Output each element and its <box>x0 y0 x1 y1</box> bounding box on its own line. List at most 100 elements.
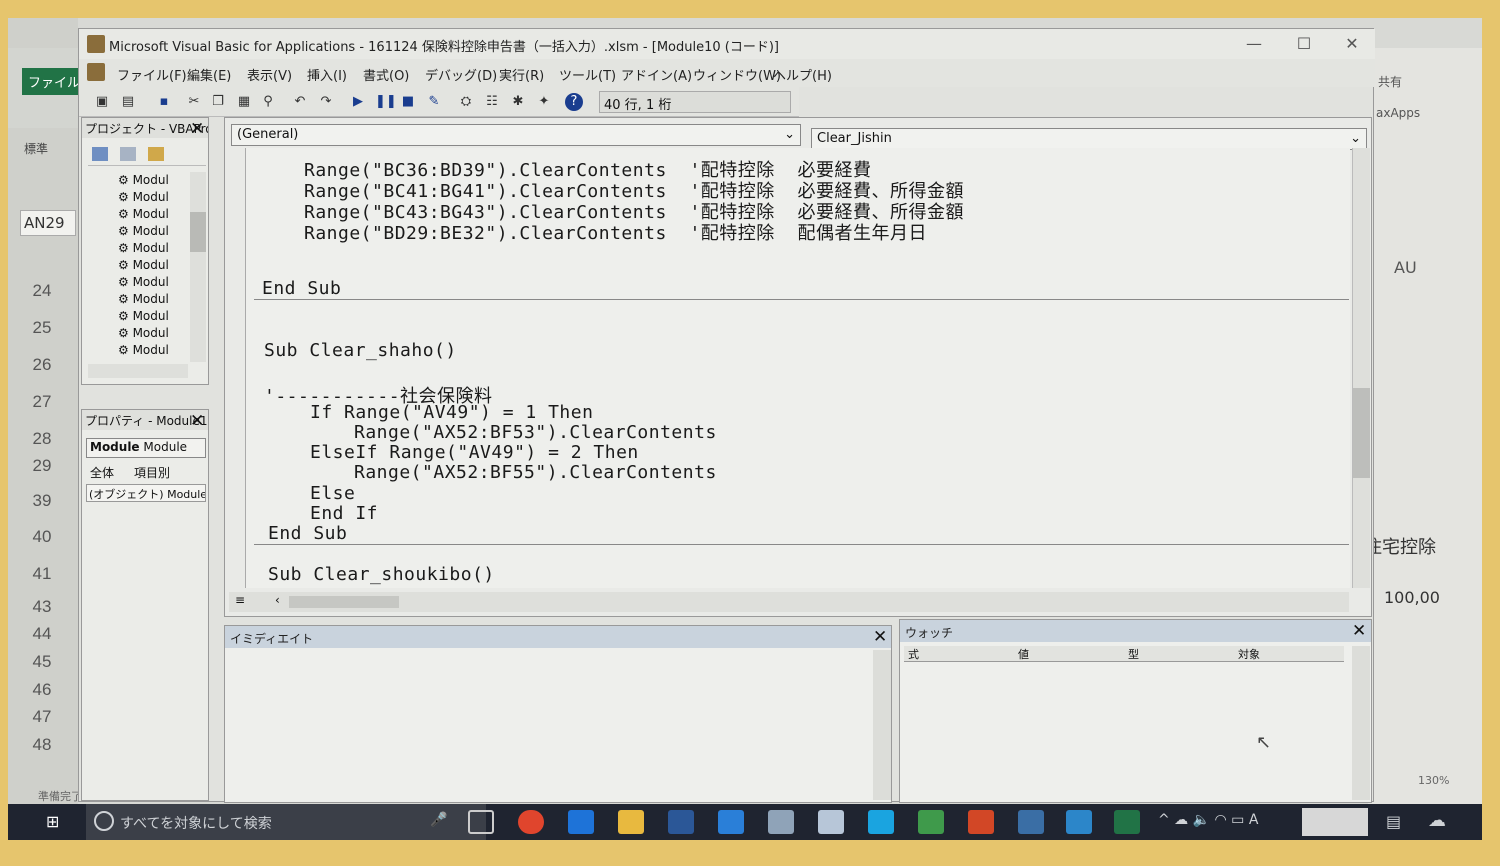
task-view-icon[interactable] <box>468 810 494 834</box>
onedrive-icon[interactable]: ☁ <box>1428 810 1446 831</box>
chrome-icon[interactable] <box>518 810 544 834</box>
property-row-name[interactable]: (オブジェクト) Module1( <box>86 484 206 502</box>
watch-close-icon[interactable]: ✕ <box>1352 622 1366 640</box>
tree-item-module[interactable]: ⚙ Modul <box>118 173 169 190</box>
paste-icon[interactable]: ▦ <box>235 93 253 111</box>
object-combo[interactable]: (General) ⌄ <box>231 124 801 146</box>
project-scrollbar[interactable] <box>190 172 206 362</box>
watch-scrollbar[interactable] <box>1352 646 1370 800</box>
powerpoint-icon[interactable] <box>968 810 994 834</box>
run-icon[interactable]: ▶ <box>349 93 367 111</box>
tree-item-module[interactable]: ⚙ Modul <box>118 309 169 326</box>
menu-format[interactable]: 書式(O) <box>363 65 409 84</box>
app-icon[interactable] <box>818 810 844 834</box>
project-close-icon[interactable]: ✕ <box>190 120 204 138</box>
view-object-icon[interactable] <box>119 147 136 161</box>
notifications-icon[interactable]: ▤ <box>1386 812 1401 831</box>
insert-module-icon[interactable]: ▤ <box>119 93 137 111</box>
windows-start-icon[interactable]: ⊞ <box>46 814 64 830</box>
menu-run[interactable]: 実行(R) <box>499 65 544 84</box>
word-icon[interactable] <box>668 810 694 834</box>
undo-icon[interactable]: ↶ <box>291 93 309 111</box>
yayoi-icon[interactable] <box>1018 810 1044 834</box>
toolbox-icon[interactable]: ✦ <box>535 93 553 111</box>
code-vscrollbar[interactable] <box>1352 148 1370 588</box>
menu-addins[interactable]: アドイン(A) <box>621 65 692 84</box>
hscroll-thumb[interactable] <box>289 596 399 608</box>
menu-view[interactable]: 表示(V) <box>247 65 292 84</box>
taskbar: ⊞ すべてを対象にして検索 🎤 ^ ☁ 🔈 ◠ ▭ A ▤ ☁ <box>8 804 1482 840</box>
tree-item-module[interactable]: ⚙ Modul <box>118 343 169 360</box>
tab-all[interactable]: 全体 <box>90 464 114 481</box>
save-icon[interactable]: ▪ <box>155 93 173 111</box>
code-line: Else <box>310 483 356 504</box>
app-icon[interactable] <box>768 810 794 834</box>
project-explorer-icon[interactable]: ⛭ <box>457 93 475 111</box>
ie-icon[interactable] <box>718 810 744 834</box>
tree-item-module[interactable]: ⚙ Modul <box>118 326 169 343</box>
procedure-view-icon[interactable]: ≡ <box>235 593 245 607</box>
skype-icon[interactable] <box>868 810 894 834</box>
watch-col-value[interactable]: 値 <box>1018 646 1029 662</box>
tree-item-module[interactable]: ⚙ Modul <box>118 275 169 292</box>
file-explorer-icon[interactable] <box>618 810 644 834</box>
excel-file-tab[interactable]: ファイル <box>22 68 87 95</box>
code-editor[interactable]: Range("BC36:BD39").ClearContents '配特控除 必… <box>245 148 1350 588</box>
maximize-button[interactable]: ☐ <box>1284 32 1324 56</box>
vba-menu-icon[interactable] <box>87 63 105 81</box>
watch-col-context[interactable]: 対象 <box>1238 646 1260 662</box>
taskbar-search[interactable]: すべてを対象にして検索 🎤 <box>86 804 486 840</box>
immediate-scrollbar[interactable] <box>873 650 891 800</box>
pause-icon[interactable]: ❚❚ <box>375 93 397 111</box>
share-button[interactable]: 共有 <box>1378 73 1402 90</box>
tree-item-module[interactable]: ⚙ Modul <box>118 258 169 275</box>
project-hscrollbar[interactable] <box>88 364 188 378</box>
redo-icon[interactable]: ↷ <box>317 93 335 111</box>
row-number: 47 <box>32 707 52 726</box>
menu-edit[interactable]: 編集(E) <box>187 65 231 84</box>
microphone-icon[interactable]: 🎤 <box>430 812 447 828</box>
excel-icon[interactable] <box>1114 810 1140 834</box>
view-code-icon[interactable] <box>92 147 108 161</box>
cut-icon[interactable]: ✂ <box>185 93 203 111</box>
properties-close-icon[interactable]: ✕ <box>190 412 204 430</box>
watch-col-expression[interactable]: 式 <box>908 646 919 662</box>
tree-item-module[interactable]: ⚙ Modul <box>118 241 169 258</box>
tree-item-module[interactable]: ⚙ Modul <box>118 292 169 309</box>
copy-icon[interactable]: ❐ <box>209 93 227 111</box>
menu-help[interactable]: ヘルプ(H) <box>773 65 832 84</box>
find-icon[interactable]: ⚲ <box>259 93 277 111</box>
name-box[interactable]: AN29 <box>20 210 76 236</box>
menu-insert[interactable]: 挿入(I) <box>307 65 347 84</box>
immediate-close-icon[interactable]: ✕ <box>873 628 887 646</box>
immediate-input[interactable] <box>225 650 871 800</box>
tree-item-module[interactable]: ⚙ Modul <box>118 190 169 207</box>
help-icon[interactable]: ? <box>565 93 583 111</box>
minimize-button[interactable]: — <box>1234 32 1274 56</box>
properties-icon[interactable]: ☷ <box>483 93 501 111</box>
stop-icon[interactable]: ■ <box>399 93 417 111</box>
code-hscrollbar[interactable]: ≡ ‹ <box>229 592 1349 612</box>
app-icon[interactable] <box>1066 810 1092 834</box>
scroll-left-icon[interactable]: ‹ <box>275 593 280 607</box>
object-selector[interactable]: Module Module <box>86 438 206 458</box>
tree-item-module[interactable]: ⚙ Modul <box>118 207 169 224</box>
menu-tools[interactable]: ツール(T) <box>559 65 616 84</box>
system-tray[interactable]: ^ ☁ 🔈 ◠ ▭ A <box>1158 812 1258 828</box>
menu-file[interactable]: ファイル(F) <box>117 65 187 84</box>
procedure-combo[interactable]: Clear_Jishin ⌄ <box>811 128 1367 150</box>
app-icon[interactable] <box>918 810 944 834</box>
tab-category[interactable]: 項目別 <box>134 464 170 481</box>
view-excel-icon[interactable]: ▣ <box>93 93 111 111</box>
design-mode-icon[interactable]: ✎ <box>425 93 443 111</box>
watch-col-type[interactable]: 型 <box>1128 646 1139 662</box>
toggle-folders-icon[interactable] <box>147 147 164 161</box>
menu-window[interactable]: ウィンドウ(W) <box>693 65 781 84</box>
close-button[interactable]: ✕ <box>1332 32 1372 56</box>
object-browser-icon[interactable]: ✱ <box>509 93 527 111</box>
scroll-thumb[interactable] <box>1353 388 1370 478</box>
menu-debug[interactable]: デバッグ(D) <box>425 65 497 84</box>
cursor-position: 40 行, 1 桁 <box>599 91 791 113</box>
tree-item-module[interactable]: ⚙ Modul <box>118 224 169 241</box>
edge-icon[interactable] <box>568 810 594 834</box>
